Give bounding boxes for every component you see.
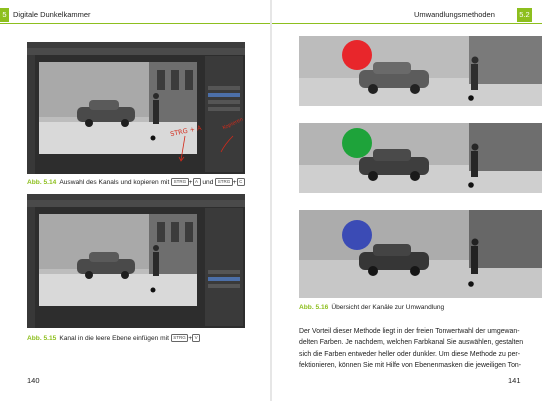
channel-row-green: [208, 100, 240, 104]
annotation-arrows: [178, 135, 234, 162]
layer-row: [208, 284, 240, 288]
caption-516: Abb. 5.16 Übersicht der Kanäle zur Umwand…: [299, 304, 444, 311]
ps-options-bar: [27, 48, 245, 55]
street-photo: [39, 214, 197, 306]
caption-conjunction: und: [202, 179, 214, 186]
key-strg: STRG: [171, 178, 189, 186]
right-page: Umwandlungsmethoden 5.2 Abb. 5.16 Übersi…: [272, 0, 542, 401]
section-number-badge: 5.2: [517, 8, 532, 22]
blue-channel-dot: [342, 220, 372, 250]
key-v: V: [192, 334, 201, 342]
header-rule: [272, 23, 542, 24]
page-number-right: 141: [508, 376, 521, 385]
layer-row: [208, 270, 240, 274]
key-strg: STRG: [170, 334, 189, 342]
channel-row-red: [208, 93, 240, 97]
figure-label: Abb. 5.16: [299, 304, 329, 311]
channel-row-blue: [208, 107, 240, 111]
body-line: fektionieren, können Sie mit Hilfe von E…: [299, 362, 522, 370]
section-title: Umwandlungsmethoden: [414, 10, 495, 19]
figure-label: Abb. 5.15: [27, 335, 57, 342]
left-page: 5 Digitale Dunkelkammer STRG + A Kopiere…: [0, 0, 270, 401]
caption-text: Übersicht der Kanäle zur Umwandlung: [331, 304, 445, 311]
channel-photo-red: [299, 36, 542, 106]
ps-layers-panel: [205, 208, 243, 326]
key-strg: STRG: [215, 178, 233, 186]
figure-label: Abb. 5.14: [27, 179, 57, 186]
page-number-left: 140: [27, 376, 40, 385]
header-rule: [0, 23, 270, 24]
channel-row-rgb: [208, 86, 240, 90]
body-paragraph: Der Vorteil dieser Methode liegt in der …: [299, 326, 542, 372]
caption-514: Abb. 5.14 Auswahl des Kanals und kopieren…: [27, 178, 245, 186]
photoshop-screenshot-515: [27, 194, 245, 328]
channel-photo-blue: [299, 210, 542, 298]
caption-515: Abb. 5.15 Kanal in die leere Ebene einfüg…: [27, 334, 201, 342]
caption-text: Auswahl des Kanals und kopieren mit: [59, 179, 170, 186]
red-channel-dot: [342, 40, 372, 70]
chapter-title: Digitale Dunkelkammer: [13, 10, 91, 19]
street-photo: [39, 62, 197, 154]
photoshop-screenshot-514: STRG + A Kopieren: [27, 42, 245, 174]
body-line: delten Farben. Je nachdem, welchen Farbk…: [299, 339, 524, 347]
ps-toolbar: [27, 55, 35, 174]
key-a: A: [192, 178, 201, 186]
green-channel-dot: [342, 128, 372, 158]
caption-text: Kanal in die leere Ebene einfügen mit: [59, 335, 169, 342]
ps-options-bar: [27, 200, 245, 207]
body-line: Der Vorteil dieser Methode liegt in der …: [299, 328, 520, 335]
body-line: sich die Farben entweder heller oder dun…: [299, 350, 521, 358]
chapter-number-badge: 5: [0, 8, 9, 22]
layer-row-selected: [208, 277, 240, 281]
channel-photo-green: [299, 123, 542, 193]
ps-toolbar: [27, 207, 35, 328]
key-c: C: [236, 178, 245, 186]
